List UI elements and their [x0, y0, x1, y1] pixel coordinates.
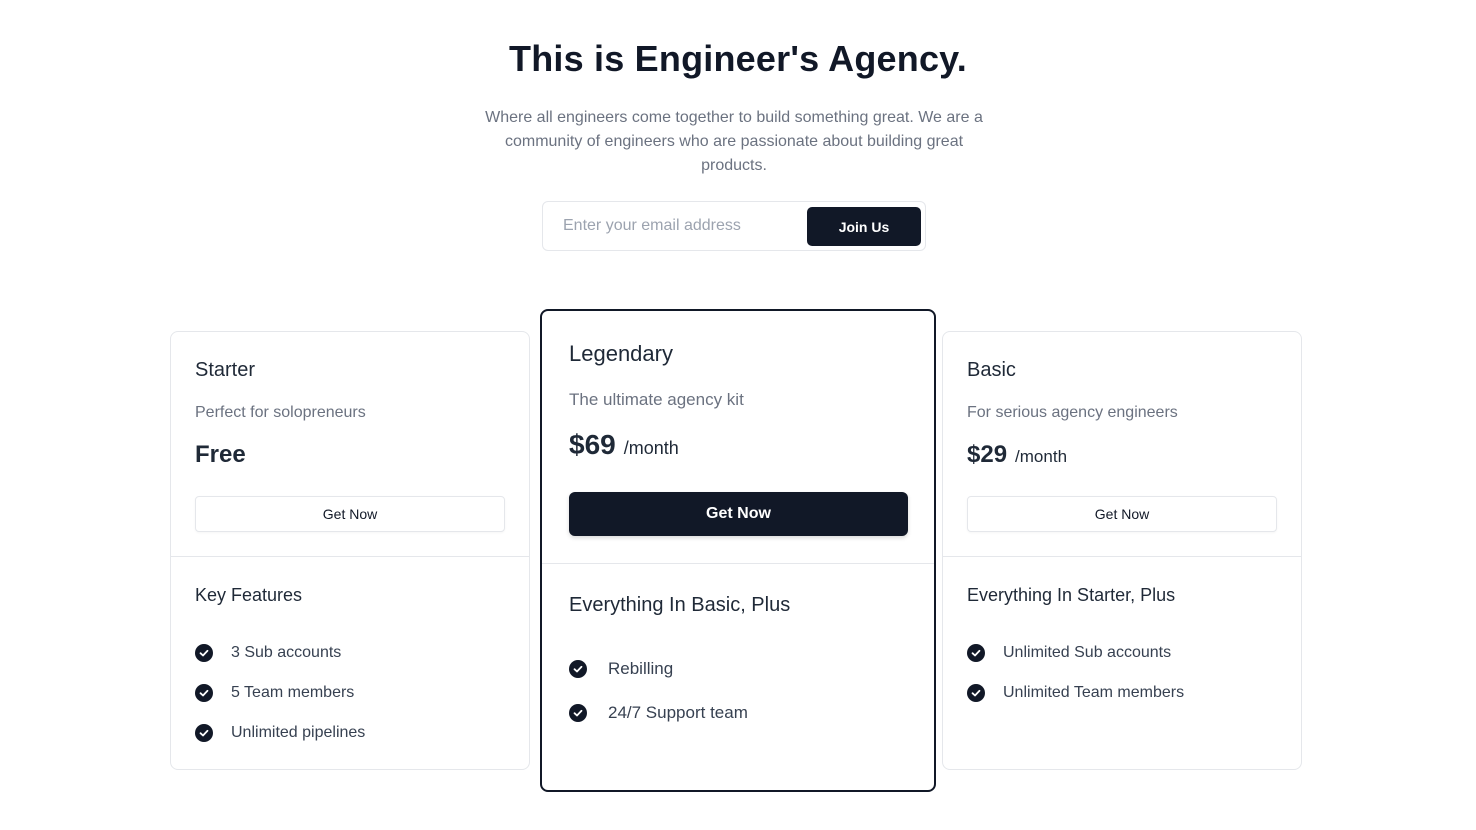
plan-price-row: Free [195, 441, 246, 469]
card-divider [171, 556, 529, 557]
check-circle-icon [195, 644, 213, 662]
plan-price: $69 [569, 429, 616, 460]
join-us-button[interactable]: Join Us [807, 207, 921, 246]
plan-name: Starter [195, 359, 256, 381]
feature-label: Unlimited Team members [1003, 684, 1185, 701]
signup-form: Join Us [542, 201, 926, 251]
pricing-card-legendary: Legendary The ultimate agency kit $69 /m… [540, 309, 936, 792]
feature-item: 24/7 Support team [569, 691, 748, 735]
plan-price: $29 [967, 441, 1008, 468]
plan-description: Perfect for solopreneurs [195, 404, 366, 421]
check-circle-icon [967, 644, 985, 662]
feature-label: Rebilling [608, 659, 674, 678]
feature-list: 3 Sub accounts 5 Team members Unlimited … [195, 633, 365, 753]
feature-label: 24/7 Support team [608, 703, 748, 722]
feature-label: Unlimited Sub accounts [1003, 644, 1172, 661]
pricing-card-starter: Starter Perfect for solopreneurs Free Ge… [170, 331, 530, 770]
check-circle-icon [967, 684, 985, 702]
feature-item: Unlimited Team members [967, 673, 1184, 713]
features-heading: Everything In Starter, Plus [967, 585, 1176, 605]
check-circle-icon [569, 704, 587, 722]
hero-description: Where all engineers come together to bui… [485, 109, 983, 174]
feature-label: Unlimited pipelines [231, 724, 366, 741]
get-now-button-basic[interactable]: Get Now [967, 496, 1277, 532]
plan-name: Legendary [569, 341, 673, 366]
feature-item: Unlimited pipelines [195, 713, 365, 753]
feature-list: Unlimited Sub accounts Unlimited Team me… [967, 633, 1184, 713]
plan-price-row: $29 /month [967, 441, 1067, 469]
plan-price: Free [195, 441, 246, 468]
feature-list: Rebilling 24/7 Support team [569, 647, 748, 735]
get-now-button-starter[interactable]: Get Now [195, 496, 505, 532]
plan-description: The ultimate agency kit [569, 390, 744, 409]
plan-price-row: $69 /month [569, 429, 679, 461]
email-input[interactable] [544, 203, 804, 249]
page-title: This is Engineer's Agency. [509, 38, 967, 79]
feature-label: 5 Team members [231, 684, 355, 701]
feature-item: 5 Team members [195, 673, 365, 713]
check-circle-icon [569, 660, 587, 678]
get-now-button-legendary[interactable]: Get Now [569, 492, 908, 536]
feature-label: 3 Sub accounts [231, 644, 342, 661]
pricing-card-basic: Basic For serious agency engineers $29 /… [942, 331, 1302, 770]
plan-period: /month [1015, 447, 1068, 466]
card-divider [542, 563, 934, 564]
check-circle-icon [195, 684, 213, 702]
feature-item: Rebilling [569, 647, 748, 691]
check-circle-icon [195, 724, 213, 742]
plan-name: Basic [967, 359, 1016, 381]
features-heading: Key Features [195, 585, 303, 605]
feature-item: Unlimited Sub accounts [967, 633, 1184, 673]
feature-item: 3 Sub accounts [195, 633, 365, 673]
features-heading: Everything In Basic, Plus [569, 594, 791, 616]
plan-description: For serious agency engineers [967, 404, 1178, 421]
card-divider [943, 556, 1301, 557]
plan-period: /month [623, 438, 679, 458]
